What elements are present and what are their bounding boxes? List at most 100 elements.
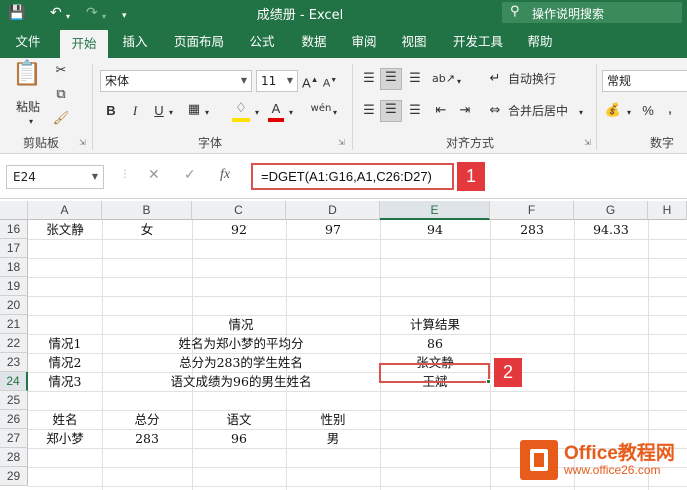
number-format-dropdown[interactable]: 常规 bbox=[602, 70, 687, 92]
name-box[interactable]: E24 ▼ bbox=[6, 165, 104, 189]
fill-handle[interactable] bbox=[486, 379, 491, 384]
tab-formulas[interactable]: 公式 bbox=[240, 26, 284, 58]
font-color-dropdown-icon[interactable]: ▾ bbox=[286, 104, 296, 122]
row-header[interactable]: 28 bbox=[0, 448, 28, 467]
formula-input[interactable]: =DGET(A1:G16,A1,C26:D27) bbox=[251, 163, 454, 190]
tab-file[interactable]: 文件 bbox=[6, 26, 50, 58]
tab-home[interactable]: 开始 bbox=[60, 30, 108, 58]
merge-center-button[interactable]: 合并后居中 bbox=[508, 102, 580, 120]
italic-button[interactable]: I bbox=[128, 102, 142, 120]
borders-icon[interactable]: ▦ bbox=[186, 101, 202, 119]
row-header[interactable]: 18 bbox=[0, 258, 28, 277]
cell-C26[interactable]: 语文 bbox=[192, 410, 286, 429]
row-header[interactable]: 23 bbox=[0, 353, 28, 372]
row-header[interactable]: 19 bbox=[0, 277, 28, 296]
cell-A27[interactable]: 郑小梦 bbox=[28, 429, 102, 448]
select-all-corner[interactable] bbox=[0, 201, 28, 220]
column-header[interactable]: B bbox=[102, 201, 192, 220]
phonetic-guide-icon[interactable]: wén bbox=[310, 100, 332, 118]
cell-B26[interactable]: 总分 bbox=[102, 410, 192, 429]
tab-page-layout[interactable]: 页面布局 bbox=[168, 26, 230, 58]
format-painter-icon[interactable]: 🖌 bbox=[52, 110, 70, 128]
tab-help[interactable]: 帮助 bbox=[518, 26, 562, 58]
column-header[interactable]: A bbox=[28, 201, 102, 220]
cell-B16[interactable]: 女 bbox=[102, 220, 192, 239]
align-top-icon[interactable]: ☰ bbox=[360, 70, 378, 88]
merge-dropdown-icon[interactable]: ▾ bbox=[576, 104, 586, 122]
row-header[interactable]: 20 bbox=[0, 296, 28, 315]
cell-A26[interactable]: 姓名 bbox=[28, 410, 102, 429]
column-header[interactable]: H bbox=[648, 201, 687, 220]
cell-E16[interactable]: 94 bbox=[380, 220, 490, 239]
orientation-icon[interactable]: ab↗ bbox=[432, 70, 455, 88]
cell-E22[interactable]: 86 bbox=[380, 334, 490, 353]
decrease-indent-icon[interactable]: ⇤ bbox=[432, 102, 450, 120]
enter-icon[interactable]: ✓ bbox=[184, 167, 196, 183]
row-header[interactable]: 27 bbox=[0, 429, 28, 448]
phonetic-dropdown-icon[interactable]: ▾ bbox=[330, 104, 340, 122]
cell-A22[interactable]: 情况1 bbox=[28, 334, 102, 353]
row-header[interactable]: 26 bbox=[0, 410, 28, 429]
row-header[interactable]: 29 bbox=[0, 467, 28, 486]
cell-C23[interactable]: 总分为283的学生姓名 bbox=[102, 353, 380, 372]
cell-C22[interactable]: 姓名为郑小梦的平均分 bbox=[102, 334, 380, 353]
column-header[interactable]: F bbox=[490, 201, 574, 220]
accounting-dropdown-icon[interactable]: ▾ bbox=[624, 104, 634, 122]
align-right-icon[interactable]: ☰ bbox=[406, 102, 424, 120]
tab-view[interactable]: 视图 bbox=[392, 26, 436, 58]
font-color-icon[interactable]: A bbox=[268, 100, 284, 118]
wrap-text-icon[interactable]: ↵ bbox=[486, 70, 504, 88]
underline-dropdown-icon[interactable]: ▾ bbox=[166, 104, 176, 122]
align-center-icon[interactable]: ☰ bbox=[380, 100, 402, 122]
cell-A23[interactable]: 情况2 bbox=[28, 353, 102, 372]
bold-button[interactable]: B bbox=[104, 102, 118, 120]
cell-E21[interactable]: 计算结果 bbox=[380, 315, 490, 334]
borders-dropdown-icon[interactable]: ▾ bbox=[202, 104, 212, 122]
tab-insert[interactable]: 插入 bbox=[112, 26, 158, 58]
cell-C24[interactable]: 语文成绩为96的男生姓名 bbox=[102, 372, 380, 391]
paste-dropdown-icon[interactable]: ▾ bbox=[26, 113, 36, 131]
insert-function-button[interactable]: fx bbox=[220, 167, 230, 183]
font-name-dropdown[interactable]: 宋体 ▼ bbox=[100, 70, 252, 92]
cell-C16[interactable]: 92 bbox=[192, 220, 286, 239]
merge-center-icon[interactable]: ⇔ bbox=[486, 102, 504, 120]
tab-developer[interactable]: 开发工具 bbox=[446, 26, 510, 58]
row-header[interactable]: 21 bbox=[0, 315, 28, 334]
accounting-format-icon[interactable]: 💰 bbox=[604, 102, 622, 120]
cell-G16[interactable]: 94.33 bbox=[574, 220, 648, 239]
font-size-dropdown[interactable]: 11 ▼ bbox=[256, 70, 298, 92]
row-header-selected[interactable]: 24 bbox=[0, 372, 28, 391]
row-header[interactable]: 25 bbox=[0, 391, 28, 410]
align-bottom-icon[interactable]: ☰ bbox=[406, 70, 424, 88]
align-left-icon[interactable]: ☰ bbox=[360, 102, 378, 120]
cell-A16[interactable]: 张文静 bbox=[28, 220, 102, 239]
column-header-selected[interactable]: E bbox=[380, 201, 490, 220]
cell-D27[interactable]: 男 bbox=[286, 429, 380, 448]
orientation-dropdown-icon[interactable]: ▾ bbox=[454, 73, 464, 91]
cut-icon[interactable]: ✂ bbox=[52, 62, 70, 80]
percent-button[interactable]: % bbox=[640, 102, 656, 120]
cell-C27[interactable]: 96 bbox=[192, 429, 286, 448]
align-middle-icon[interactable]: ☰ bbox=[380, 68, 402, 90]
font-launcher-icon[interactable]: ⇲ bbox=[338, 138, 345, 147]
increase-font-icon[interactable]: A▲ bbox=[302, 71, 319, 92]
cell-A24[interactable]: 情况3 bbox=[28, 372, 102, 391]
alignment-launcher-icon[interactable]: ⇲ bbox=[584, 138, 591, 147]
decrease-font-icon[interactable]: A▼ bbox=[322, 72, 338, 93]
row-header[interactable]: 16 bbox=[0, 220, 28, 239]
cancel-icon[interactable]: ✕ bbox=[148, 167, 160, 183]
copy-icon[interactable]: ⧉ bbox=[52, 86, 70, 104]
paste-icon[interactable]: 📋 bbox=[12, 61, 42, 94]
row-header[interactable]: 17 bbox=[0, 239, 28, 258]
wrap-text-button[interactable]: 自动换行 bbox=[508, 70, 568, 88]
tab-data[interactable]: 数据 bbox=[292, 26, 336, 58]
column-header[interactable]: D bbox=[286, 201, 380, 220]
underline-button[interactable]: U bbox=[152, 102, 166, 120]
cell-B27[interactable]: 283 bbox=[102, 429, 192, 448]
column-header[interactable]: G bbox=[574, 201, 648, 220]
cell-F16[interactable]: 283 bbox=[490, 220, 574, 239]
cell-D26[interactable]: 性别 bbox=[286, 410, 380, 429]
fill-color-dropdown-icon[interactable]: ▾ bbox=[252, 104, 262, 122]
tab-review[interactable]: 审阅 bbox=[342, 26, 386, 58]
tell-me-search[interactable]: ⚲ 操作说明搜索 bbox=[502, 2, 682, 23]
